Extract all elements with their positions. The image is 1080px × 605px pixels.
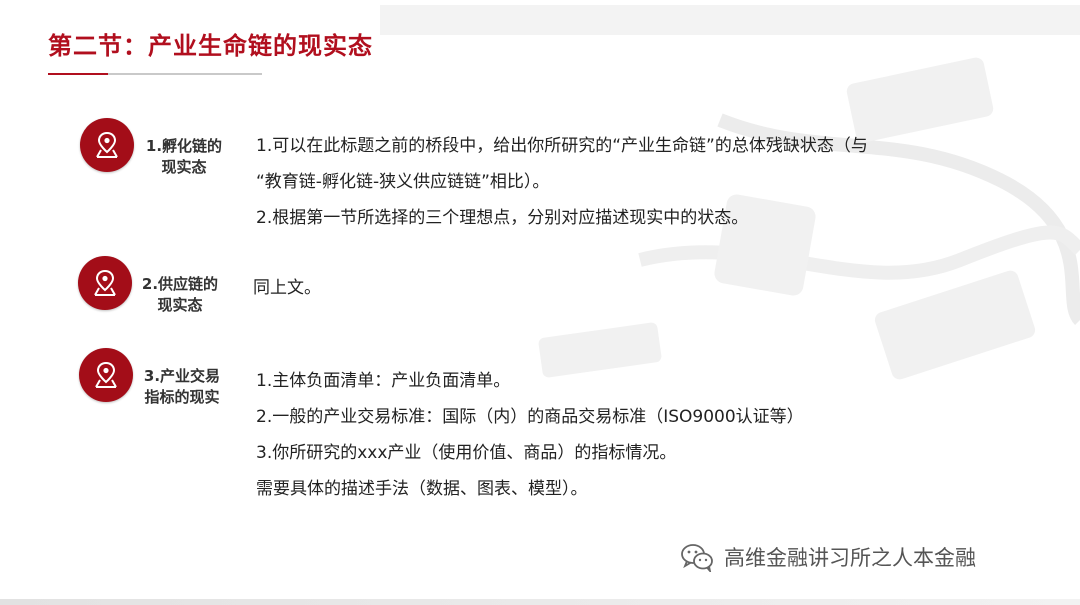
section-2-label-line1: 2.供应链的 [141, 275, 219, 293]
section-1-label-line1: 1.孵化链的 [145, 137, 223, 155]
section-3-line: 3.你所研究的xxx产业（使用价值、商品）的指标情况。 [256, 443, 677, 463]
section-3-line: 1.主体负面清单：产业负面清单。 [256, 371, 511, 391]
section-1-text: 1.可以在此标题之前的桥段中，给出你所研究的“产业生命链”的总体残缺状态（与 “… [256, 128, 868, 236]
section-1-line: 2.根据第一节所选择的三个理想点，分别对应描述现实中的状态。 [256, 208, 749, 228]
wechat-watermark: 高维金融讲习所之人本金融 [680, 542, 976, 572]
section-3-line: 需要具体的描述手法（数据、图表、模型）。 [256, 479, 588, 499]
bottom-bar [0, 599, 1080, 605]
location-pin-icon [94, 269, 116, 296]
location-pin-icon [95, 361, 117, 388]
section-3-line: 2.一般的产业交易标准：国际（内）的商品交易标准（ISO9000认证等） [256, 407, 804, 427]
section-1-label-line2: 现实态 [161, 158, 207, 176]
section-1-line: 1.可以在此标题之前的桥段中，给出你所研究的“产业生命链”的总体残缺状态（与 [256, 136, 868, 156]
section-2-label: 2.供应链的 现实态 [134, 274, 226, 316]
section-2-line: 同上文。 [253, 278, 321, 298]
section-1-line: “教育链-孵化链-狭义供应链链”相比）。 [256, 172, 550, 192]
title-underline [48, 73, 262, 75]
section-3-label-line1: 3.产业交易 [143, 367, 221, 385]
watermark-text: 高维金融讲习所之人本金融 [724, 546, 976, 570]
section-3-badge [79, 348, 133, 402]
section-1-badge [80, 118, 134, 172]
wechat-icon [681, 544, 713, 572]
section-3-text: 1.主体负面清单：产业负面清单。 2.一般的产业交易标准：国际（内）的商品交易标… [256, 363, 804, 507]
section-3-label: 3.产业交易 指标的现实 [134, 366, 230, 408]
section-2-badge [78, 256, 132, 310]
page-title: 第二节：产业生命链的现实态 [48, 32, 373, 60]
section-2-label-line2: 现实态 [157, 296, 203, 314]
section-3-label-line2: 指标的现实 [144, 388, 220, 406]
section-1-label: 1.孵化链的 现实态 [138, 136, 230, 178]
location-pin-icon [96, 131, 118, 158]
section-2-text: 同上文。 [253, 270, 321, 306]
